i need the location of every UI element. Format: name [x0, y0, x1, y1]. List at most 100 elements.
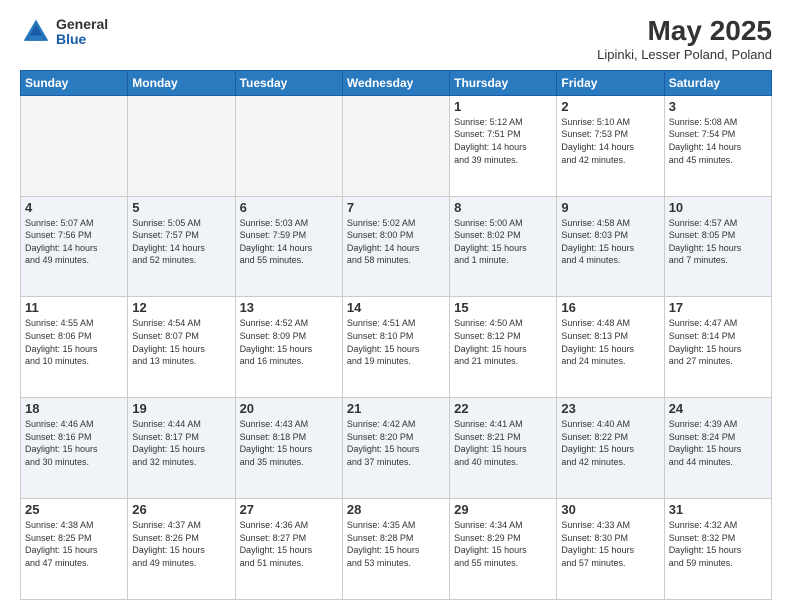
- day-number: 12: [132, 300, 230, 315]
- day-number: 1: [454, 99, 552, 114]
- calendar-week-row: 1 Sunrise: 5:12 AM Sunset: 7:51 PM Daylig…: [21, 95, 772, 196]
- calendar-cell: 27Sunrise: 4:36 AM Sunset: 8:27 PM Dayli…: [235, 499, 342, 600]
- calendar-cell: 2 Sunrise: 5:10 AM Sunset: 7:53 PM Daylig…: [557, 95, 664, 196]
- page: General Blue May 2025 Lipinki, Lesser Po…: [0, 0, 792, 612]
- day-info: Sunrise: 4:39 AM Sunset: 8:24 PM Dayligh…: [669, 418, 767, 468]
- day-info: Sunrise: 4:34 AM Sunset: 8:29 PM Dayligh…: [454, 519, 552, 569]
- calendar-cell: 26Sunrise: 4:37 AM Sunset: 8:26 PM Dayli…: [128, 499, 235, 600]
- calendar-cell: 28 Sunrise: 4:35 AM Sunset: 8:28 PM Dayli…: [342, 499, 449, 600]
- day-info: Sunrise: 4:46 AM Sunset: 8:16 PM Dayligh…: [25, 418, 123, 468]
- day-number: 16: [561, 300, 659, 315]
- col-header-sunday: Sunday: [21, 70, 128, 95]
- day-number: 3: [669, 99, 767, 114]
- day-number: 25: [25, 502, 123, 517]
- calendar-cell: 21 Sunrise: 4:42 AM Sunset: 8:20 PM Dayli…: [342, 398, 449, 499]
- day-info: Sunrise: 4:35 AM Sunset: 8:28 PM Dayligh…: [347, 519, 445, 569]
- day-info: Sunrise: 4:55 AM Sunset: 8:06 PM Dayligh…: [25, 317, 123, 367]
- calendar-cell: [235, 95, 342, 196]
- col-header-tuesday: Tuesday: [235, 70, 342, 95]
- day-info: Sunrise: 5:03 AM Sunset: 7:59 PM Dayligh…: [240, 217, 338, 267]
- calendar-cell: [21, 95, 128, 196]
- day-info: Sunrise: 5:10 AM Sunset: 7:53 PM Dayligh…: [561, 116, 659, 166]
- calendar-cell: 14 Sunrise: 4:51 AM Sunset: 8:10 PM Dayli…: [342, 297, 449, 398]
- calendar-week-row: 18 Sunrise: 4:46 AM Sunset: 8:16 PM Dayli…: [21, 398, 772, 499]
- header: General Blue May 2025 Lipinki, Lesser Po…: [20, 16, 772, 62]
- calendar-cell: 8 Sunrise: 5:00 AM Sunset: 8:02 PM Daylig…: [450, 196, 557, 297]
- day-info: Sunrise: 4:33 AM Sunset: 8:30 PM Dayligh…: [561, 519, 659, 569]
- calendar-cell: 12Sunrise: 4:54 AM Sunset: 8:07 PM Dayli…: [128, 297, 235, 398]
- calendar-cell: 20Sunrise: 4:43 AM Sunset: 8:18 PM Dayli…: [235, 398, 342, 499]
- calendar-cell: 11 Sunrise: 4:55 AM Sunset: 8:06 PM Dayli…: [21, 297, 128, 398]
- day-number: 21: [347, 401, 445, 416]
- day-info: Sunrise: 4:52 AM Sunset: 8:09 PM Dayligh…: [240, 317, 338, 367]
- day-number: 30: [561, 502, 659, 517]
- day-number: 28: [347, 502, 445, 517]
- calendar-cell: 13Sunrise: 4:52 AM Sunset: 8:09 PM Dayli…: [235, 297, 342, 398]
- logo-general: General: [56, 17, 108, 32]
- day-info: Sunrise: 4:32 AM Sunset: 8:32 PM Dayligh…: [669, 519, 767, 569]
- day-number: 18: [25, 401, 123, 416]
- title-block: May 2025 Lipinki, Lesser Poland, Poland: [597, 16, 772, 62]
- calendar-cell: 9 Sunrise: 4:58 AM Sunset: 8:03 PM Daylig…: [557, 196, 664, 297]
- calendar-cell: 30 Sunrise: 4:33 AM Sunset: 8:30 PM Dayli…: [557, 499, 664, 600]
- day-number: 31: [669, 502, 767, 517]
- day-info: Sunrise: 4:58 AM Sunset: 8:03 PM Dayligh…: [561, 217, 659, 267]
- day-info: Sunrise: 5:05 AM Sunset: 7:57 PM Dayligh…: [132, 217, 230, 267]
- logo: General Blue: [20, 16, 108, 48]
- calendar-cell: 3Sunrise: 5:08 AM Sunset: 7:54 PM Daylig…: [664, 95, 771, 196]
- calendar-cell: 5Sunrise: 5:05 AM Sunset: 7:57 PM Daylig…: [128, 196, 235, 297]
- day-number: 24: [669, 401, 767, 416]
- logo-text: General Blue: [56, 17, 108, 48]
- day-info: Sunrise: 4:44 AM Sunset: 8:17 PM Dayligh…: [132, 418, 230, 468]
- col-header-saturday: Saturday: [664, 70, 771, 95]
- day-number: 29: [454, 502, 552, 517]
- day-info: Sunrise: 4:41 AM Sunset: 8:21 PM Dayligh…: [454, 418, 552, 468]
- day-number: 2: [561, 99, 659, 114]
- day-number: 15: [454, 300, 552, 315]
- calendar-cell: 19 Sunrise: 4:44 AM Sunset: 8:17 PM Dayli…: [128, 398, 235, 499]
- col-header-friday: Friday: [557, 70, 664, 95]
- day-number: 10: [669, 200, 767, 215]
- logo-icon: [20, 16, 52, 48]
- logo-blue-text: Blue: [56, 32, 108, 47]
- day-number: 23: [561, 401, 659, 416]
- day-number: 14: [347, 300, 445, 315]
- calendar-week-row: 11 Sunrise: 4:55 AM Sunset: 8:06 PM Dayli…: [21, 297, 772, 398]
- calendar-cell: [128, 95, 235, 196]
- calendar-cell: 17Sunrise: 4:47 AM Sunset: 8:14 PM Dayli…: [664, 297, 771, 398]
- day-info: Sunrise: 4:40 AM Sunset: 8:22 PM Dayligh…: [561, 418, 659, 468]
- day-number: 7: [347, 200, 445, 215]
- calendar-cell: 22 Sunrise: 4:41 AM Sunset: 8:21 PM Dayli…: [450, 398, 557, 499]
- day-number: 9: [561, 200, 659, 215]
- day-info: Sunrise: 5:12 AM Sunset: 7:51 PM Dayligh…: [454, 116, 552, 166]
- day-info: Sunrise: 4:43 AM Sunset: 8:18 PM Dayligh…: [240, 418, 338, 468]
- col-header-monday: Monday: [128, 70, 235, 95]
- calendar-cell: 6 Sunrise: 5:03 AM Sunset: 7:59 PM Daylig…: [235, 196, 342, 297]
- calendar-cell: [342, 95, 449, 196]
- calendar-table: SundayMondayTuesdayWednesdayThursdayFrid…: [20, 70, 772, 600]
- calendar-cell: 4Sunrise: 5:07 AM Sunset: 7:56 PM Daylig…: [21, 196, 128, 297]
- day-info: Sunrise: 4:51 AM Sunset: 8:10 PM Dayligh…: [347, 317, 445, 367]
- day-number: 8: [454, 200, 552, 215]
- day-info: Sunrise: 4:57 AM Sunset: 8:05 PM Dayligh…: [669, 217, 767, 267]
- subtitle: Lipinki, Lesser Poland, Poland: [597, 47, 772, 62]
- calendar-cell: 23 Sunrise: 4:40 AM Sunset: 8:22 PM Dayli…: [557, 398, 664, 499]
- col-header-wednesday: Wednesday: [342, 70, 449, 95]
- col-header-thursday: Thursday: [450, 70, 557, 95]
- day-number: 17: [669, 300, 767, 315]
- day-info: Sunrise: 4:48 AM Sunset: 8:13 PM Dayligh…: [561, 317, 659, 367]
- day-number: 19: [132, 401, 230, 416]
- day-info: Sunrise: 5:00 AM Sunset: 8:02 PM Dayligh…: [454, 217, 552, 267]
- day-number: 6: [240, 200, 338, 215]
- calendar-cell: 7 Sunrise: 5:02 AM Sunset: 8:00 PM Daylig…: [342, 196, 449, 297]
- calendar-cell: 15Sunrise: 4:50 AM Sunset: 8:12 PM Dayli…: [450, 297, 557, 398]
- day-info: Sunrise: 5:07 AM Sunset: 7:56 PM Dayligh…: [25, 217, 123, 267]
- day-info: Sunrise: 4:42 AM Sunset: 8:20 PM Dayligh…: [347, 418, 445, 468]
- day-number: 11: [25, 300, 123, 315]
- calendar-week-row: 4Sunrise: 5:07 AM Sunset: 7:56 PM Daylig…: [21, 196, 772, 297]
- calendar-week-row: 25Sunrise: 4:38 AM Sunset: 8:25 PM Dayli…: [21, 499, 772, 600]
- day-number: 22: [454, 401, 552, 416]
- calendar-cell: 25Sunrise: 4:38 AM Sunset: 8:25 PM Dayli…: [21, 499, 128, 600]
- day-info: Sunrise: 5:02 AM Sunset: 8:00 PM Dayligh…: [347, 217, 445, 267]
- calendar-cell: 1 Sunrise: 5:12 AM Sunset: 7:51 PM Daylig…: [450, 95, 557, 196]
